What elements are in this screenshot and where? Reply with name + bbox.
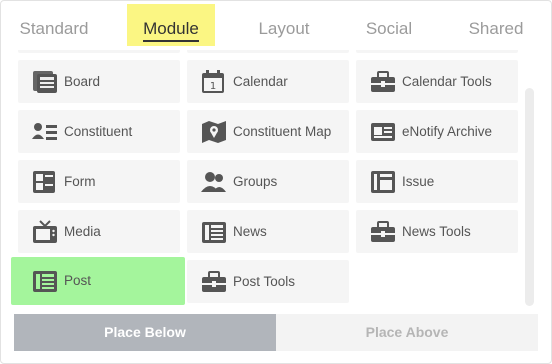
groups-icon xyxy=(201,170,227,194)
module-tile-issue[interactable]: Issue xyxy=(356,160,518,203)
module-tile-hidden[interactable] xyxy=(18,50,180,53)
tab-shared[interactable]: Shared xyxy=(452,4,540,46)
calendar-icon: 1 xyxy=(201,70,227,94)
tv-icon xyxy=(32,220,58,244)
tab-module-label: Module xyxy=(143,19,199,42)
module-label: Issue xyxy=(402,174,435,189)
module-label: News xyxy=(233,224,267,239)
module-label: Constituent Map xyxy=(233,124,332,139)
tab-standard[interactable]: Standard xyxy=(10,4,98,46)
tab-social[interactable]: Social xyxy=(345,4,433,46)
toolbox-icon xyxy=(370,70,396,94)
module-tile-constituent[interactable]: Constituent xyxy=(18,110,180,153)
constituent-icon xyxy=(32,120,58,144)
module-label: Form xyxy=(64,174,96,189)
board-icon xyxy=(32,70,58,94)
toolbox-icon xyxy=(201,270,227,294)
module-tile-hidden[interactable] xyxy=(356,50,518,53)
map-marker-icon xyxy=(201,120,227,144)
placement-footer: Place Below Place Above xyxy=(14,314,538,351)
module-label: Board xyxy=(64,74,101,89)
tab-module[interactable]: Module xyxy=(127,4,215,46)
module-tile-enotify-archive[interactable]: eNotify Archive xyxy=(356,110,518,153)
module-label: Post Tools xyxy=(233,274,296,289)
module-label: Groups xyxy=(233,174,278,189)
module-tile-news-tools[interactable]: News Tools xyxy=(356,210,518,253)
svg-text:1: 1 xyxy=(210,81,216,92)
module-label: Constituent xyxy=(64,124,133,139)
place-above-button[interactable]: Place Above xyxy=(276,314,538,351)
module-tile-constituent-map[interactable]: Constituent Map xyxy=(187,110,349,153)
module-tile-form[interactable]: Form xyxy=(18,160,180,203)
module-tile-media[interactable]: Media xyxy=(18,210,180,253)
module-label: eNotify Archive xyxy=(402,124,493,139)
module-tile-post-tools[interactable]: Post Tools xyxy=(187,260,349,303)
module-grid-scrollbar[interactable] xyxy=(525,88,534,306)
module-tile-post[interactable]: Post xyxy=(11,257,185,305)
module-tile-board[interactable]: Board xyxy=(18,60,180,103)
place-below-button[interactable]: Place Below xyxy=(14,314,276,351)
module-tile-groups[interactable]: Groups xyxy=(187,160,349,203)
newspaper-icon xyxy=(32,269,58,293)
module-tile-calendar-tools[interactable]: Calendar Tools xyxy=(356,60,518,103)
module-tile-news[interactable]: News xyxy=(187,210,349,253)
module-label: News Tools xyxy=(402,224,471,239)
tab-layout[interactable]: Layout xyxy=(240,4,328,46)
form-icon xyxy=(32,170,58,194)
issue-icon xyxy=(370,170,396,194)
module-grid: Board 1 Calendar Calendar Tools Constitu… xyxy=(8,50,524,306)
newspaper-icon xyxy=(201,220,227,244)
toolbox-icon xyxy=(370,220,396,244)
module-label: Calendar Tools xyxy=(402,74,492,89)
module-label: Calendar xyxy=(233,74,288,89)
module-label: Media xyxy=(64,224,101,239)
tab-bar: Standard Module Layout Social Shared xyxy=(0,0,552,56)
module-tile-hidden[interactable] xyxy=(187,50,349,53)
module-tile-calendar[interactable]: 1 Calendar xyxy=(187,60,349,103)
id-card-icon xyxy=(370,120,396,144)
module-label: Post xyxy=(64,273,92,288)
